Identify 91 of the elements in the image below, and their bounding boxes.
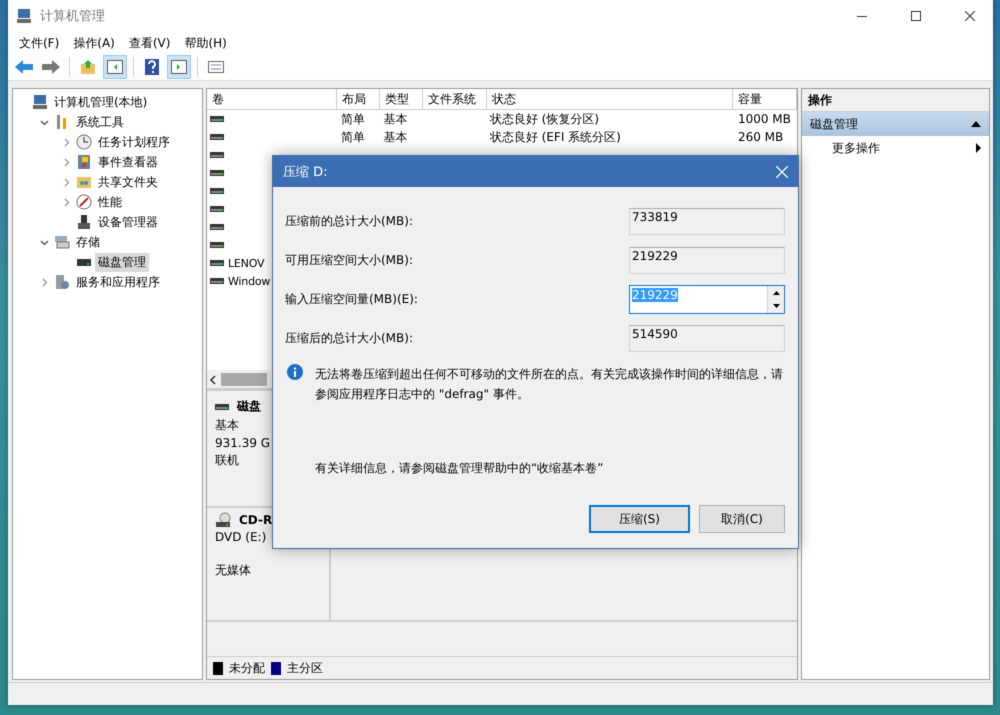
column-header[interactable]: 容量 [732,89,798,109]
info-message: 无法将卷压缩到超出任何不可移动的文件所在的点。有关完成该操作时间的详细信息，请参阅应用程序日志中的 "defrag" 事件。 [315,366,784,403]
menu-item[interactable]: 操作(A) [66,34,122,52]
disk-size: 931.39 G [215,436,272,450]
tree-item[interactable]: 磁盘管理 [95,252,149,272]
drive-icon [210,242,224,248]
drive-icon [210,152,224,158]
folder-up-icon[interactable] [80,59,96,75]
shared-folder-icon [76,174,92,190]
services-icon [54,274,70,290]
help-icon[interactable] [145,59,159,75]
back-arrow-icon[interactable] [15,60,33,74]
table-cell: 状态良好 (EFI 系统分区) [490,128,621,146]
storage-icon [54,234,70,250]
menu-item[interactable]: 查看(V) [122,34,178,52]
scrollbar-thumb[interactable] [221,373,267,386]
maximize-icon[interactable] [911,11,921,21]
column-header[interactable]: 布局 [337,89,380,109]
cd-drive-icon [215,512,231,528]
disk-name: 磁盘 [237,398,261,415]
tree-item[interactable]: 性能 [95,192,125,212]
tree-item[interactable]: 事件查看器 [95,152,161,172]
tree-item[interactable]: 存储 [73,232,103,252]
tree-item[interactable]: 设备管理器 [95,212,161,232]
drive-icon [210,260,224,266]
info-icon [287,364,303,380]
drive-icon [210,188,224,194]
spin-up-icon[interactable] [772,290,780,295]
menu-item[interactable]: 帮助(H) [177,34,234,52]
forward-arrow-icon[interactable] [42,60,60,74]
computer-icon [16,8,32,24]
shrink-button[interactable]: 压缩(S) [589,505,690,533]
readonly-field: 219229 [629,247,785,274]
show-actions-icon[interactable] [171,60,187,74]
cancel-button[interactable]: 取消(C) [699,505,785,533]
actions-section[interactable]: 磁盘管理 [802,112,989,136]
computer-icon [32,94,48,110]
menu-item[interactable]: 文件(F) [12,34,66,52]
window-title: 计算机管理 [40,8,106,25]
field-label: 压缩后的总计大小(MB): [285,330,413,347]
table-cell: 基本 [383,128,408,146]
table-cell: 简单 [340,128,365,146]
table-cell: 简单 [340,110,365,128]
help-text: 有关详细信息，请参阅磁盘管理帮助中的“收缩基本卷” [315,460,604,477]
submenu-triangle-icon [976,143,981,153]
readonly-field: 514590 [629,325,785,352]
table-cell: Window [228,274,270,288]
disk-status: 联机 [215,452,240,469]
column-header[interactable]: 卷 [207,89,338,109]
table-cell: 1000 MB [738,112,791,126]
field-label: 输入压缩空间量(MB)(E): [285,291,418,308]
tree-item[interactable]: 系统工具 [73,112,127,132]
event-log-icon [76,154,92,170]
disk-name: CD-R [239,513,272,527]
table-cell: LENOV [228,256,264,270]
action-item[interactable]: 更多操作 [802,136,989,160]
device-icon [76,214,92,230]
properties-icon[interactable] [208,61,224,73]
tree-item[interactable]: 共享文件夹 [95,172,161,192]
table-cell: 基本 [383,110,408,128]
close-icon[interactable] [965,11,975,21]
field-label: 可用压缩空间大小(MB): [285,252,413,269]
field-label: 压缩前的总计大小(MB): [285,213,413,230]
drive-icon [210,116,224,122]
drive-icon [210,134,224,140]
readonly-field: 733819 [629,208,785,235]
disk-type: 基本 [215,417,240,434]
tree-item[interactable]: 服务和应用程序 [73,272,163,292]
table-cell: 260 MB [738,130,784,144]
disk-type: DVD (E:) [215,530,268,544]
legend-label: 主分区 [287,660,323,676]
actions-header: 操作 [802,89,989,112]
drive-icon [210,170,224,176]
column-header[interactable]: 状态 [487,89,733,109]
tree-item[interactable]: 计算机管理(本地) [51,92,150,112]
show-tree-icon[interactable] [107,60,123,74]
drive-icon [210,278,224,284]
gauge-icon [76,194,92,210]
horizontal-scrollbar[interactable] [207,370,271,388]
drive-icon [210,206,224,212]
drive-icon [210,224,224,230]
table-cell: 状态良好 (恢复分区) [490,110,600,128]
column-header[interactable]: 类型 [380,89,423,109]
legend-label: 未分配 [229,660,265,676]
tree-item[interactable]: 任务计划程序 [95,132,173,152]
spin-down-icon[interactable] [772,304,780,308]
disk-icon [215,404,229,410]
column-header[interactable]: 文件系统 [422,89,488,109]
disk-status: 无媒体 [215,562,252,579]
dialog-title: 压缩 D: [283,164,328,180]
clock-icon [76,134,92,150]
